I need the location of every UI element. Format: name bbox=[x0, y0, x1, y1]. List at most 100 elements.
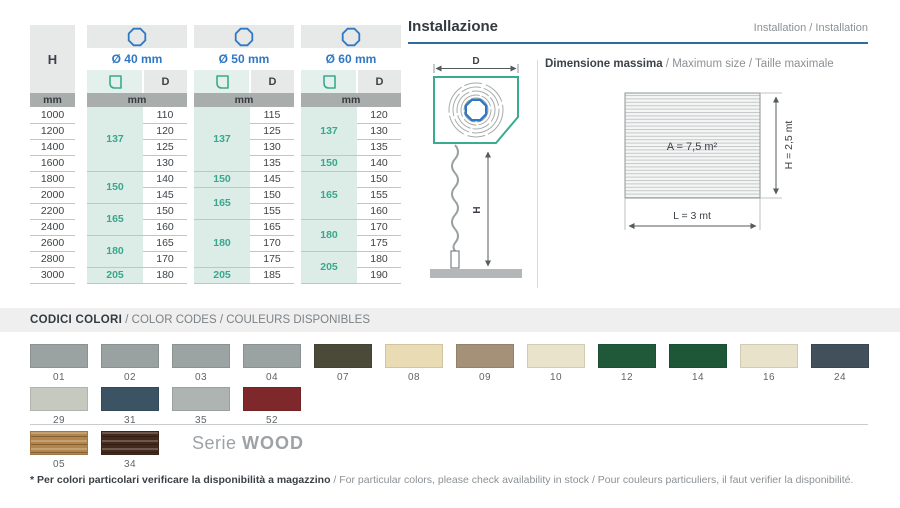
color-code-label: 02 bbox=[101, 372, 159, 383]
box-value: 205 bbox=[87, 267, 143, 283]
d-column-header: D bbox=[143, 70, 187, 93]
color-swatch-cell: 05 bbox=[30, 431, 88, 470]
footnote-bold: * Per colori particolari verificare la d… bbox=[30, 474, 331, 486]
d-value: 160 bbox=[357, 203, 401, 219]
color-swatch-cell: 12 bbox=[598, 344, 656, 383]
color-code-label: 34 bbox=[101, 459, 159, 470]
color-swatch-cell: 03 bbox=[172, 344, 230, 383]
d-value: 185 bbox=[250, 267, 294, 283]
color-swatch-cell: 02 bbox=[101, 344, 159, 383]
footnote: * Per colori particolari verificare la d… bbox=[30, 474, 880, 486]
box-value: 165 bbox=[87, 203, 143, 235]
color-code-label: 07 bbox=[314, 372, 372, 383]
d-value: 190 bbox=[357, 267, 401, 283]
install-diagram: D H bbox=[414, 55, 539, 290]
d-value: 110 bbox=[143, 107, 187, 123]
h-value: 2000 bbox=[30, 187, 75, 203]
d-value: 180 bbox=[357, 251, 401, 267]
color-swatch-cell: 07 bbox=[314, 344, 372, 383]
color-swatch bbox=[527, 344, 585, 368]
h-value: 1600 bbox=[30, 155, 75, 171]
color-swatch-cell: 14 bbox=[669, 344, 727, 383]
color-swatch-row-2: 29 31 35 52 bbox=[30, 387, 314, 426]
d-value: 160 bbox=[143, 219, 187, 235]
color-swatch-cell: 35 bbox=[172, 387, 230, 426]
color-code-label: 04 bbox=[243, 372, 301, 383]
strap bbox=[452, 145, 458, 251]
h-value: 2200 bbox=[30, 203, 75, 219]
octagon-tube-icon bbox=[194, 25, 294, 48]
color-code-label: 01 bbox=[30, 372, 88, 383]
h-value: 2600 bbox=[30, 235, 75, 251]
strap-weight bbox=[451, 251, 459, 268]
color-swatch-cell: 09 bbox=[456, 344, 514, 383]
diameter-header: Ø 50 mm bbox=[194, 48, 294, 70]
color-code-label: 12 bbox=[598, 372, 656, 383]
color-code-label: 24 bbox=[811, 372, 869, 383]
color-code-label: 14 bbox=[669, 372, 727, 383]
d-column-header: D bbox=[250, 70, 294, 93]
box-value: 137 bbox=[194, 107, 250, 171]
box-value: 180 bbox=[87, 235, 143, 267]
color-swatch bbox=[243, 387, 301, 411]
diameter-header: Ø 60 mm bbox=[301, 48, 401, 70]
color-swatch-cell: 08 bbox=[385, 344, 443, 383]
wood-label: WOOD bbox=[242, 433, 304, 453]
d-value: 175 bbox=[250, 251, 294, 267]
color-swatch-cell: 10 bbox=[527, 344, 585, 383]
h-value: 1000 bbox=[30, 107, 75, 123]
color-swatch bbox=[669, 344, 727, 368]
d-value: 150 bbox=[250, 187, 294, 203]
d-value: 125 bbox=[143, 139, 187, 155]
d-value: 175 bbox=[357, 235, 401, 251]
box-value: 165 bbox=[194, 187, 250, 219]
color-swatch bbox=[30, 344, 88, 368]
box-value: 205 bbox=[194, 267, 250, 283]
max-size-diagram: A = 7,5 m² H = 2,5 mt L = 3 mt bbox=[590, 78, 880, 253]
wood-swatch bbox=[30, 431, 88, 455]
color-swatch-cell: 31 bbox=[101, 387, 159, 426]
color-swatch-cell: 52 bbox=[243, 387, 301, 426]
diameter-header: Ø 40 mm bbox=[87, 48, 187, 70]
color-swatch bbox=[385, 344, 443, 368]
h-column-header: H bbox=[30, 25, 75, 93]
d-value: 150 bbox=[357, 171, 401, 187]
color-swatch-cell: 01 bbox=[30, 344, 88, 383]
d-value: 115 bbox=[250, 107, 294, 123]
unit-label: mm bbox=[301, 93, 401, 107]
color-swatch bbox=[172, 387, 230, 411]
h-value: 1400 bbox=[30, 139, 75, 155]
box-value: 150 bbox=[194, 171, 250, 187]
d-value: 145 bbox=[143, 187, 187, 203]
octagon-tube-icon bbox=[466, 100, 486, 120]
serie-label: Serie bbox=[192, 433, 242, 453]
d-value: 170 bbox=[250, 235, 294, 251]
color-code-label: 09 bbox=[456, 372, 514, 383]
area-label: A = 7,5 m² bbox=[667, 141, 718, 153]
floor bbox=[430, 269, 522, 278]
color-code-label: 03 bbox=[172, 372, 230, 383]
color-swatch-row-1: 01 02 03 04 07 08 09 10 12 14 16 24 bbox=[30, 344, 882, 383]
color-swatch bbox=[740, 344, 798, 368]
color-swatch bbox=[101, 344, 159, 368]
color-swatch bbox=[101, 387, 159, 411]
color-code-label: 08 bbox=[385, 372, 443, 383]
d-value: 150 bbox=[143, 203, 187, 219]
color-swatch-cell: 29 bbox=[30, 387, 88, 426]
box-value: 150 bbox=[87, 171, 143, 203]
box-value: 180 bbox=[194, 219, 250, 267]
box-profile-icon bbox=[87, 70, 143, 93]
column-gap bbox=[294, 25, 301, 283]
box-value: 205 bbox=[301, 251, 357, 283]
color-swatch-cell: 24 bbox=[811, 344, 869, 383]
d-value: 180 bbox=[143, 267, 187, 283]
d-value: 170 bbox=[143, 251, 187, 267]
color-swatch bbox=[314, 344, 372, 368]
color-codes-heading-rest: / COLOR CODES / COULEURS DISPONIBLES bbox=[122, 314, 370, 326]
box-value: 150 bbox=[301, 155, 357, 171]
color-swatch bbox=[172, 344, 230, 368]
catalog-page: H Ø 40 mm Ø 50 mm Ø 60 mm D D bbox=[0, 0, 900, 508]
width-dim-label: L = 3 mt bbox=[673, 210, 711, 222]
color-swatch bbox=[811, 344, 869, 368]
d-value: 140 bbox=[143, 171, 187, 187]
